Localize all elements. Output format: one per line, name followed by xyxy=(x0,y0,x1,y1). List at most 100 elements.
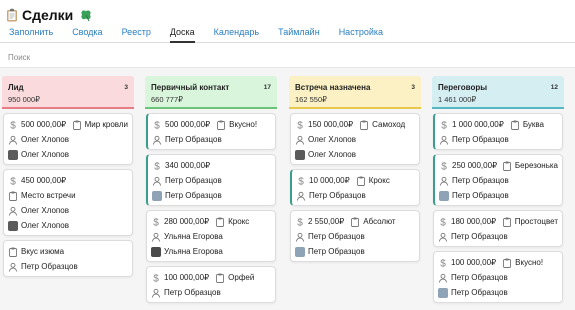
deal-company: Вкусно! xyxy=(229,120,258,129)
person-icon xyxy=(439,176,449,186)
deal-contact: Петр Образцов xyxy=(308,232,365,241)
dollar-icon: $ xyxy=(438,217,448,227)
deal-card[interactable]: $2 550,00₽ Абсолют Петр Образцов Петр Образ… xyxy=(290,210,420,262)
avatar xyxy=(439,190,449,201)
company-icon xyxy=(72,120,82,130)
column-title: Лид xyxy=(8,83,24,92)
deal-owner: Олег Хлопов xyxy=(21,221,69,230)
deal-company: Абсолют xyxy=(363,217,396,226)
deal-card[interactable]: $340 000,00₽ Петр Образцов Петр Образцов xyxy=(146,154,276,206)
deal-owner: Петр Образцов xyxy=(451,288,508,297)
deal-company: Мир кровли xyxy=(84,120,128,129)
company-icon xyxy=(350,217,360,227)
deal-card[interactable]: $280 000,00₽ Крокс Ульяна Егорова Ульяна Ег… xyxy=(146,210,276,262)
deal-owner: Петр Образцов xyxy=(308,247,365,256)
person-icon xyxy=(8,262,18,272)
deal-card[interactable]: $500 000,00₽ Вкусно! Петр Образцов xyxy=(146,113,276,150)
svg-text:$: $ xyxy=(154,161,160,171)
company-icon xyxy=(216,120,226,130)
deal-amount: 100 000,00₽ xyxy=(164,273,210,282)
board-column: Встреча назначена 162 550₽ 3 $150 000,00₽ Са… xyxy=(289,76,421,262)
company-icon xyxy=(502,258,512,268)
tab-0[interactable]: Заполнить xyxy=(9,22,53,43)
deal-card[interactable]: $180 000,00₽ Простоцвет Петр Образцов xyxy=(433,210,563,247)
company-icon xyxy=(8,191,18,201)
column-header[interactable]: Встреча назначена 162 550₽ 3 xyxy=(289,76,421,109)
deal-contact: Петр Образцов xyxy=(21,262,78,271)
column-count-badge: 3 xyxy=(124,84,128,91)
column-title: Переговоры xyxy=(438,83,488,92)
company-icon xyxy=(356,176,366,186)
deal-contact: Петр Образцов xyxy=(452,135,509,144)
clover-icon xyxy=(79,8,93,22)
dollar-icon: $ xyxy=(152,120,162,130)
deal-amount: 250 000,00₽ xyxy=(452,161,498,170)
column-count-badge: 17 xyxy=(263,84,271,91)
tab-4[interactable]: Календарь xyxy=(214,22,259,43)
person-icon xyxy=(8,135,18,145)
person-icon xyxy=(439,135,449,145)
deal-amount: 1 000 000,00₽ xyxy=(452,120,504,129)
svg-text:$: $ xyxy=(153,217,159,227)
column-sum: 1 461 000₽ xyxy=(438,95,477,104)
deal-card[interactable]: $450 000,00₽ Место встречи Олег Хлопов Олег… xyxy=(3,169,133,236)
column-header[interactable]: Переговоры 1 461 000₽ 12 xyxy=(432,76,564,109)
deal-company: Вкусно! xyxy=(515,258,544,267)
tab-1[interactable]: Сводка xyxy=(72,22,102,43)
tab-5[interactable]: Таймлайн xyxy=(278,22,320,43)
deal-company: Березонька xyxy=(514,161,558,170)
svg-text:$: $ xyxy=(297,120,303,130)
deal-owner: Олег Хлопов xyxy=(308,150,356,159)
column-title: Встреча назначена xyxy=(295,83,371,92)
column-title: Первичный контакт xyxy=(151,83,230,92)
svg-text:$: $ xyxy=(441,120,447,130)
company-icon xyxy=(502,217,512,227)
dollar-icon: $ xyxy=(295,120,305,130)
avatar xyxy=(152,190,162,201)
person-icon xyxy=(152,176,162,186)
column-header[interactable]: Первичный контакт 660 777₽ 17 xyxy=(145,76,277,109)
svg-text:$: $ xyxy=(440,258,446,268)
tab-3[interactable]: Доска xyxy=(169,22,195,43)
deal-company: Самоход xyxy=(372,120,406,129)
dollar-icon: $ xyxy=(8,120,18,130)
deal-card[interactable]: $1 000 000,00₽ Буква Петр Образцов xyxy=(433,113,563,150)
deal-card[interactable]: $100 000,00₽ Вкусно! Петр Образцов Петр Обр… xyxy=(433,251,563,303)
board-column: Переговоры 1 461 000₽ 12 $1 000 000,00₽ Букв… xyxy=(432,76,564,303)
company-icon xyxy=(215,217,225,227)
deal-card[interactable]: $150 000,00₽ Самоход Олег Хлопов Олег Хлопо… xyxy=(290,113,420,165)
avatar xyxy=(151,246,161,257)
deal-company: Буква xyxy=(522,120,544,129)
deal-contact: Петр Образцов xyxy=(309,191,366,200)
search-input[interactable] xyxy=(4,48,304,66)
person-icon xyxy=(295,135,305,145)
deal-company: Простоцвет xyxy=(514,217,558,226)
deal-contact: Петр Образцов xyxy=(452,176,509,185)
person-icon xyxy=(151,288,161,298)
deal-card[interactable]: Вкус изюма Петр Образцов xyxy=(3,240,133,277)
svg-text:$: $ xyxy=(10,176,16,186)
deal-card[interactable]: $500 000,00₽ Мир кровли Олег Хлопов Олег Хл… xyxy=(3,113,133,165)
svg-text:$: $ xyxy=(297,217,303,227)
avatar xyxy=(8,220,18,231)
deal-contact: Петр Образцов xyxy=(451,232,508,241)
dollar-icon: $ xyxy=(151,273,161,283)
deal-card[interactable]: $10 000,00₽ Крокс Петр Образцов xyxy=(290,169,420,206)
dollar-icon: $ xyxy=(152,161,162,171)
avatar xyxy=(295,246,305,257)
tab-2[interactable]: Реестр xyxy=(122,22,151,43)
deal-amount: 280 000,00₽ xyxy=(164,217,210,226)
dollar-icon: $ xyxy=(439,161,449,171)
deal-card[interactable]: $100 000,00₽ Орфей Петр Образцов xyxy=(146,266,276,303)
svg-text:$: $ xyxy=(153,273,159,283)
person-icon xyxy=(8,206,18,216)
person-icon xyxy=(438,273,448,283)
svg-text:$: $ xyxy=(298,176,304,186)
deal-amount: 500 000,00₽ xyxy=(165,120,211,129)
tab-6[interactable]: Настройка xyxy=(339,22,383,43)
person-icon xyxy=(152,135,162,145)
column-header[interactable]: Лид 950 000₽ 3 xyxy=(2,76,134,109)
deal-owner: Ульяна Егорова xyxy=(164,247,223,256)
dollar-icon: $ xyxy=(296,176,306,186)
deal-card[interactable]: $250 000,00₽ Березонька Петр Образцов Петр … xyxy=(433,154,563,206)
